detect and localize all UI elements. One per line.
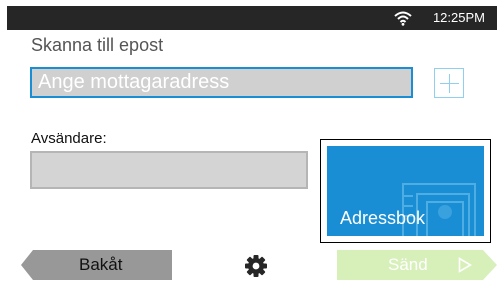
- address-book-button[interactable]: Adressbok: [327, 146, 484, 236]
- back-button[interactable]: Bakåt: [21, 250, 172, 280]
- add-recipient-button[interactable]: [434, 68, 464, 98]
- address-book-frame: Adressbok: [320, 139, 491, 243]
- send-label: Sänd: [388, 255, 428, 274]
- gear-icon[interactable]: [244, 254, 268, 278]
- play-arrow-icon: [458, 257, 472, 273]
- page-title: Skanna till epost: [31, 35, 164, 55]
- send-button[interactable]: Sänd: [337, 250, 497, 280]
- recipient-placeholder: Ange mottagaradress: [38, 71, 230, 93]
- sender-label: Avsändare:: [31, 130, 107, 147]
- clock: 12:25PM: [432, 10, 485, 25]
- scan-to-email-screen: 12:25PM Skanna till epost Ange mottagara…: [7, 6, 497, 283]
- address-book-label: Adressbok: [340, 208, 426, 228]
- sender-field[interactable]: [30, 151, 308, 189]
- status-bar: 12:25PM: [7, 6, 497, 30]
- back-label: Bakåt: [79, 255, 123, 274]
- wifi-icon: [394, 11, 412, 26]
- recipient-input[interactable]: Ange mottagaradress: [30, 67, 413, 98]
